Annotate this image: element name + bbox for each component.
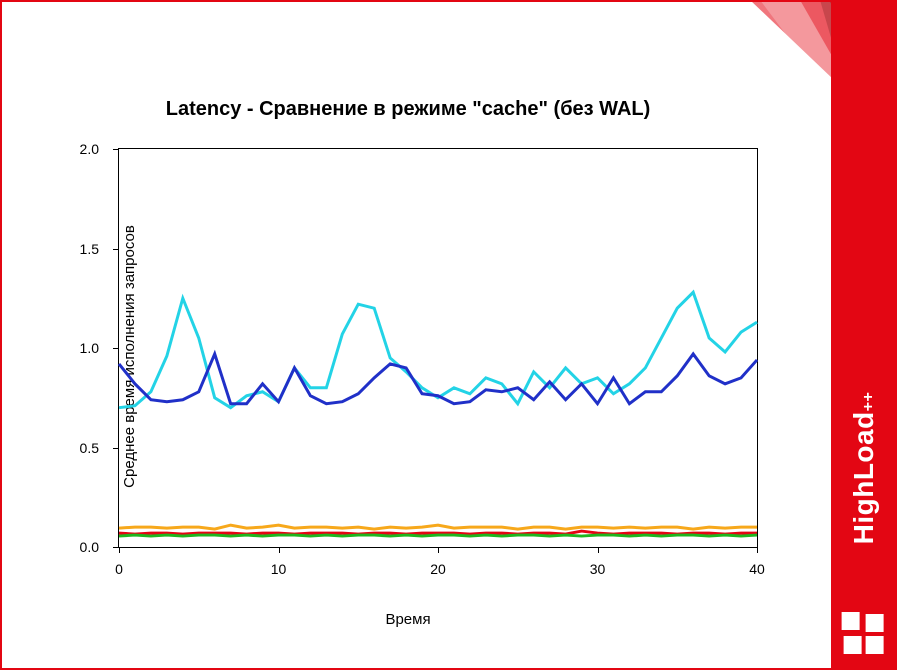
- brand-logo: HighLoad++: [788, 452, 897, 654]
- y-tick-label: 0.0: [80, 539, 99, 555]
- series-line: [119, 525, 757, 529]
- brand-name: HighLoad: [848, 411, 880, 544]
- x-tick-label: 30: [590, 561, 606, 577]
- x-tick-mark: [119, 547, 120, 553]
- brand-sidebar: HighLoad++: [831, 0, 897, 670]
- y-tick-mark: [113, 149, 119, 150]
- brand-wordmark: HighLoad++: [848, 392, 880, 545]
- plot-svg: [119, 149, 757, 547]
- y-tick-mark: [113, 249, 119, 250]
- x-tick-mark: [438, 547, 439, 553]
- y-tick-label: 2.0: [80, 141, 99, 157]
- y-tick-label: 0.5: [80, 440, 99, 456]
- x-tick-label: 10: [271, 561, 287, 577]
- x-tick-mark: [279, 547, 280, 553]
- series-line: [119, 535, 757, 536]
- x-tick-mark: [757, 547, 758, 553]
- x-tick-label: 0: [115, 561, 123, 577]
- y-tick-mark: [113, 348, 119, 349]
- x-tick-mark: [598, 547, 599, 553]
- y-tick-mark: [113, 448, 119, 449]
- brand-squares-icon: [844, 614, 884, 654]
- y-tick-label: 1.5: [80, 241, 99, 257]
- y-tick-label: 1.0: [80, 340, 99, 356]
- slide: HighLoad++ Latency - Сравнение в режиме …: [0, 0, 897, 670]
- x-tick-label: 40: [749, 561, 765, 577]
- x-axis-label: Время: [8, 611, 808, 628]
- x-tick-label: 20: [430, 561, 446, 577]
- chart-container: Latency - Сравнение в режиме "cache" (бе…: [8, 8, 808, 658]
- chart-title: Latency - Сравнение в режиме "cache" (бе…: [8, 98, 808, 121]
- plot-area: 0.00.51.01.52.0010203040: [118, 148, 758, 548]
- brand-suffix: ++: [860, 392, 878, 412]
